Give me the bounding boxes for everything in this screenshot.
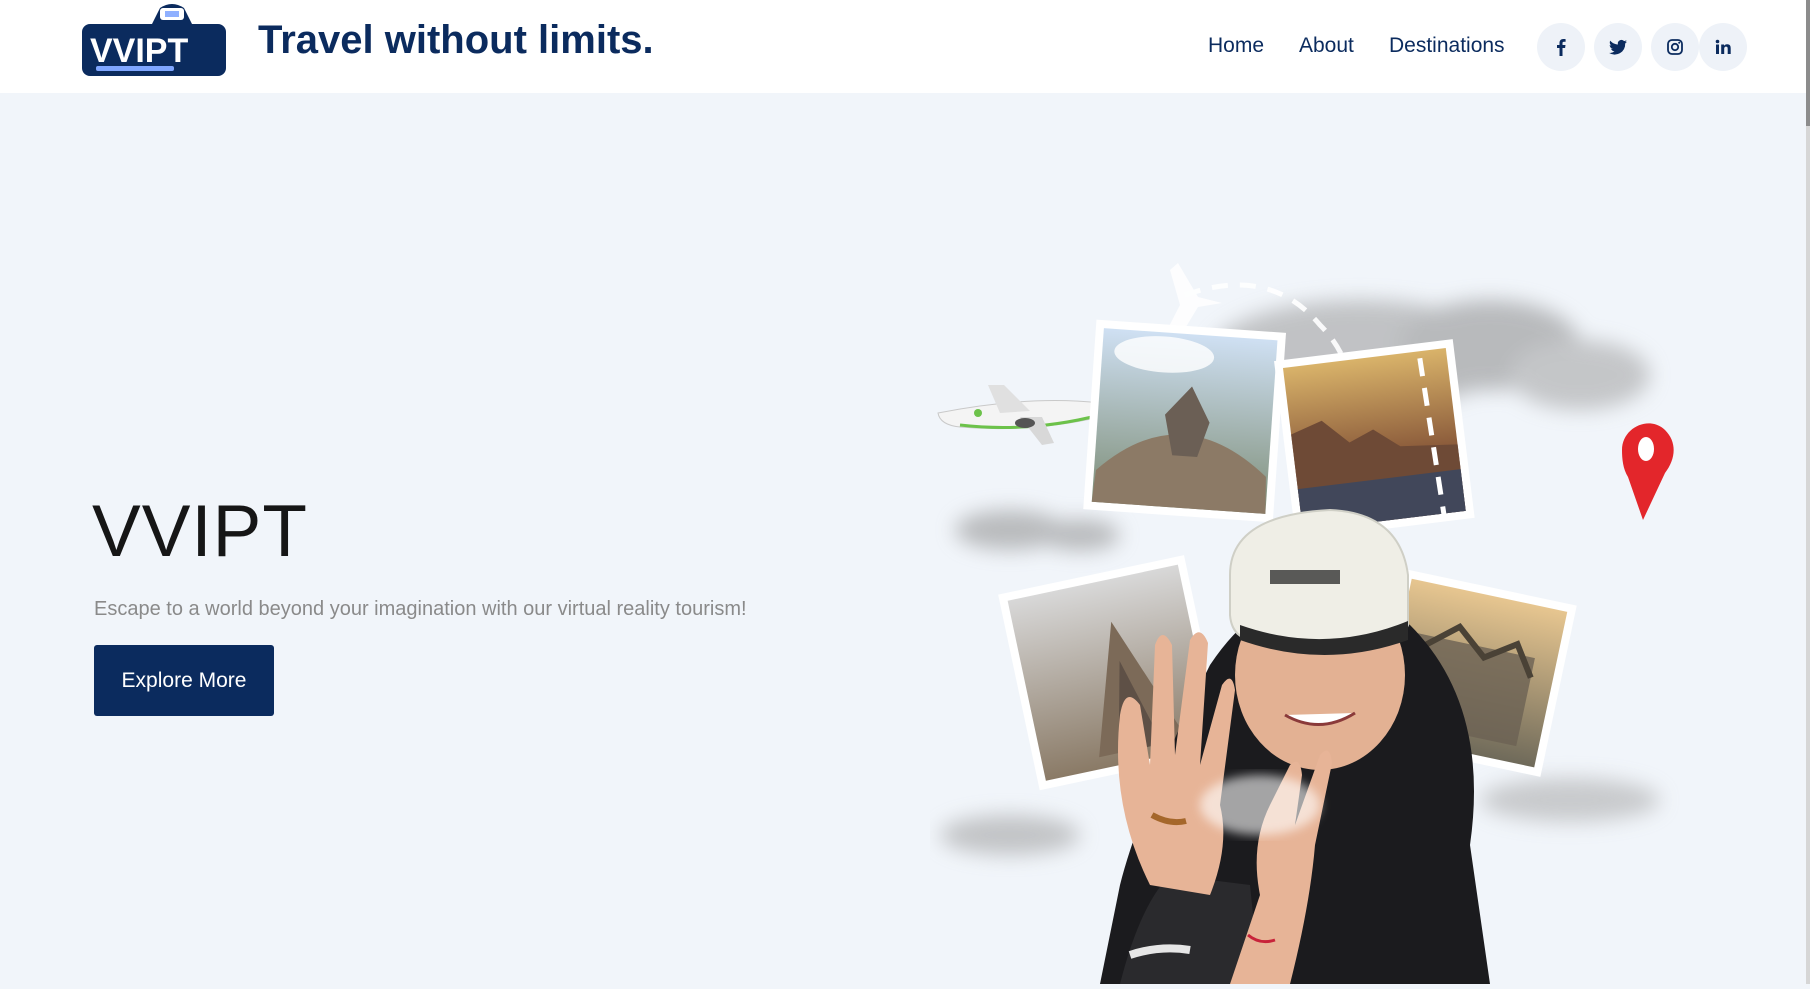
photo-river-ghats xyxy=(1274,339,1475,540)
site-header: VVIPT Travel without limits. Home About … xyxy=(0,0,1810,93)
twitter-button[interactable] xyxy=(1594,23,1642,71)
hero-subtitle: Escape to a world beyond your imaginatio… xyxy=(94,598,747,620)
nav-about-link[interactable]: About xyxy=(1299,34,1354,58)
instagram-button[interactable] xyxy=(1651,23,1699,71)
nav-destinations-link[interactable]: Destinations xyxy=(1389,34,1505,58)
hero-title: VVIPT xyxy=(92,491,308,572)
explore-more-button[interactable]: Explore More xyxy=(94,645,274,716)
airplane-illustration xyxy=(937,385,1112,445)
brand-logo[interactable]: VVIPT xyxy=(82,2,226,76)
facebook-icon xyxy=(1557,39,1566,56)
instagram-icon xyxy=(1667,39,1683,55)
facebook-button[interactable] xyxy=(1537,23,1585,71)
hero-illustration xyxy=(930,245,1710,984)
linkedin-button[interactable] xyxy=(1699,23,1747,71)
scrollbar-thumb[interactable] xyxy=(1806,0,1810,126)
location-pin-icon xyxy=(1622,423,1674,520)
nav-home-link[interactable]: Home xyxy=(1208,34,1264,58)
twitter-icon xyxy=(1609,39,1627,55)
svg-text:VVIPT: VVIPT xyxy=(90,32,188,70)
photo-eagle-sculpture xyxy=(1083,319,1287,523)
page-scrollbar[interactable] xyxy=(1806,0,1810,984)
site-tagline: Travel without limits. xyxy=(258,18,654,62)
linkedin-icon xyxy=(1715,39,1731,54)
